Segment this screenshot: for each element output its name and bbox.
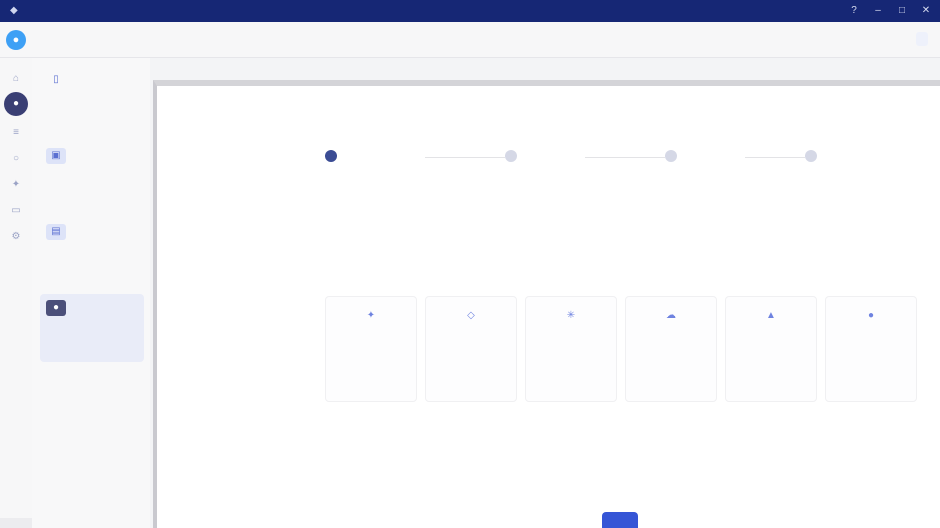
- feature-card[interactable]: ▲: [725, 296, 817, 402]
- feature-card[interactable]: ◇: [425, 296, 517, 402]
- step-connector: [745, 157, 805, 158]
- window-controls: ? – □ ✕: [848, 5, 932, 17]
- left-panel: ▯ ▣ ▤ ●: [32, 58, 150, 528]
- chart-icon: ▲: [766, 310, 776, 321]
- user-icon: ●: [867, 310, 875, 321]
- panel-item-3[interactable]: ▤: [40, 218, 144, 286]
- window-titlebar: ◆ ? – □ ✕: [0, 0, 940, 22]
- main-dialog: ✦ ◇ ✳ ☁ ▲ ●: [153, 80, 940, 528]
- minimize-icon[interactable]: –: [872, 5, 884, 17]
- step-4[interactable]: [805, 150, 821, 162]
- list-icon[interactable]: ≡: [7, 124, 25, 142]
- home-icon[interactable]: ⌂: [7, 70, 25, 88]
- app-header: ●: [0, 22, 940, 58]
- workspace-icon[interactable]: ●: [4, 92, 28, 116]
- feature-cards: ✦ ◇ ✳ ☁ ▲ ●: [325, 296, 919, 402]
- gear-icon: ✳: [566, 310, 576, 321]
- user-icon: ●: [46, 300, 66, 316]
- step-connector: [425, 157, 505, 158]
- image-icon: ▣: [46, 148, 66, 164]
- maximize-icon[interactable]: □: [896, 5, 908, 17]
- feature-card[interactable]: ✳: [525, 296, 617, 402]
- header-action-button[interactable]: [916, 32, 928, 46]
- star-icon[interactable]: ✦: [7, 176, 25, 194]
- panel-item-1[interactable]: ▯: [40, 66, 144, 134]
- step-1[interactable]: [325, 150, 341, 162]
- cloud-icon: ☁: [666, 310, 676, 321]
- settings-icon[interactable]: ⚙: [7, 228, 25, 246]
- step-3[interactable]: [665, 150, 681, 162]
- feature-card[interactable]: ✦: [325, 296, 417, 402]
- primary-button[interactable]: [602, 512, 638, 528]
- step-connector: [585, 157, 665, 158]
- feature-card[interactable]: ●: [825, 296, 917, 402]
- step-dot: [665, 150, 677, 162]
- app-logo-icon[interactable]: ●: [6, 30, 26, 50]
- star-icon: ✦: [366, 310, 376, 321]
- shield-icon: ◇: [467, 310, 475, 321]
- help-icon[interactable]: ?: [848, 5, 860, 17]
- search-icon[interactable]: ○: [7, 150, 25, 168]
- step-dot: [805, 150, 817, 162]
- step-dot: [505, 150, 517, 162]
- icon-rail: ⌂ ● ≡ ○ ✦ ▭ ⚙: [0, 58, 32, 528]
- app-window-icon: ◆: [10, 5, 18, 16]
- step-2[interactable]: [505, 150, 521, 162]
- close-icon[interactable]: ✕: [920, 5, 932, 17]
- chat-icon: ▤: [46, 224, 66, 240]
- feature-card[interactable]: ☁: [625, 296, 717, 402]
- step-dot: [325, 150, 337, 162]
- stepper: [325, 150, 915, 166]
- panel-item-4[interactable]: ●: [40, 294, 144, 362]
- document-icon: ▯: [53, 74, 59, 85]
- panel-item-2[interactable]: ▣: [40, 142, 144, 210]
- folder-icon[interactable]: ▭: [7, 202, 25, 220]
